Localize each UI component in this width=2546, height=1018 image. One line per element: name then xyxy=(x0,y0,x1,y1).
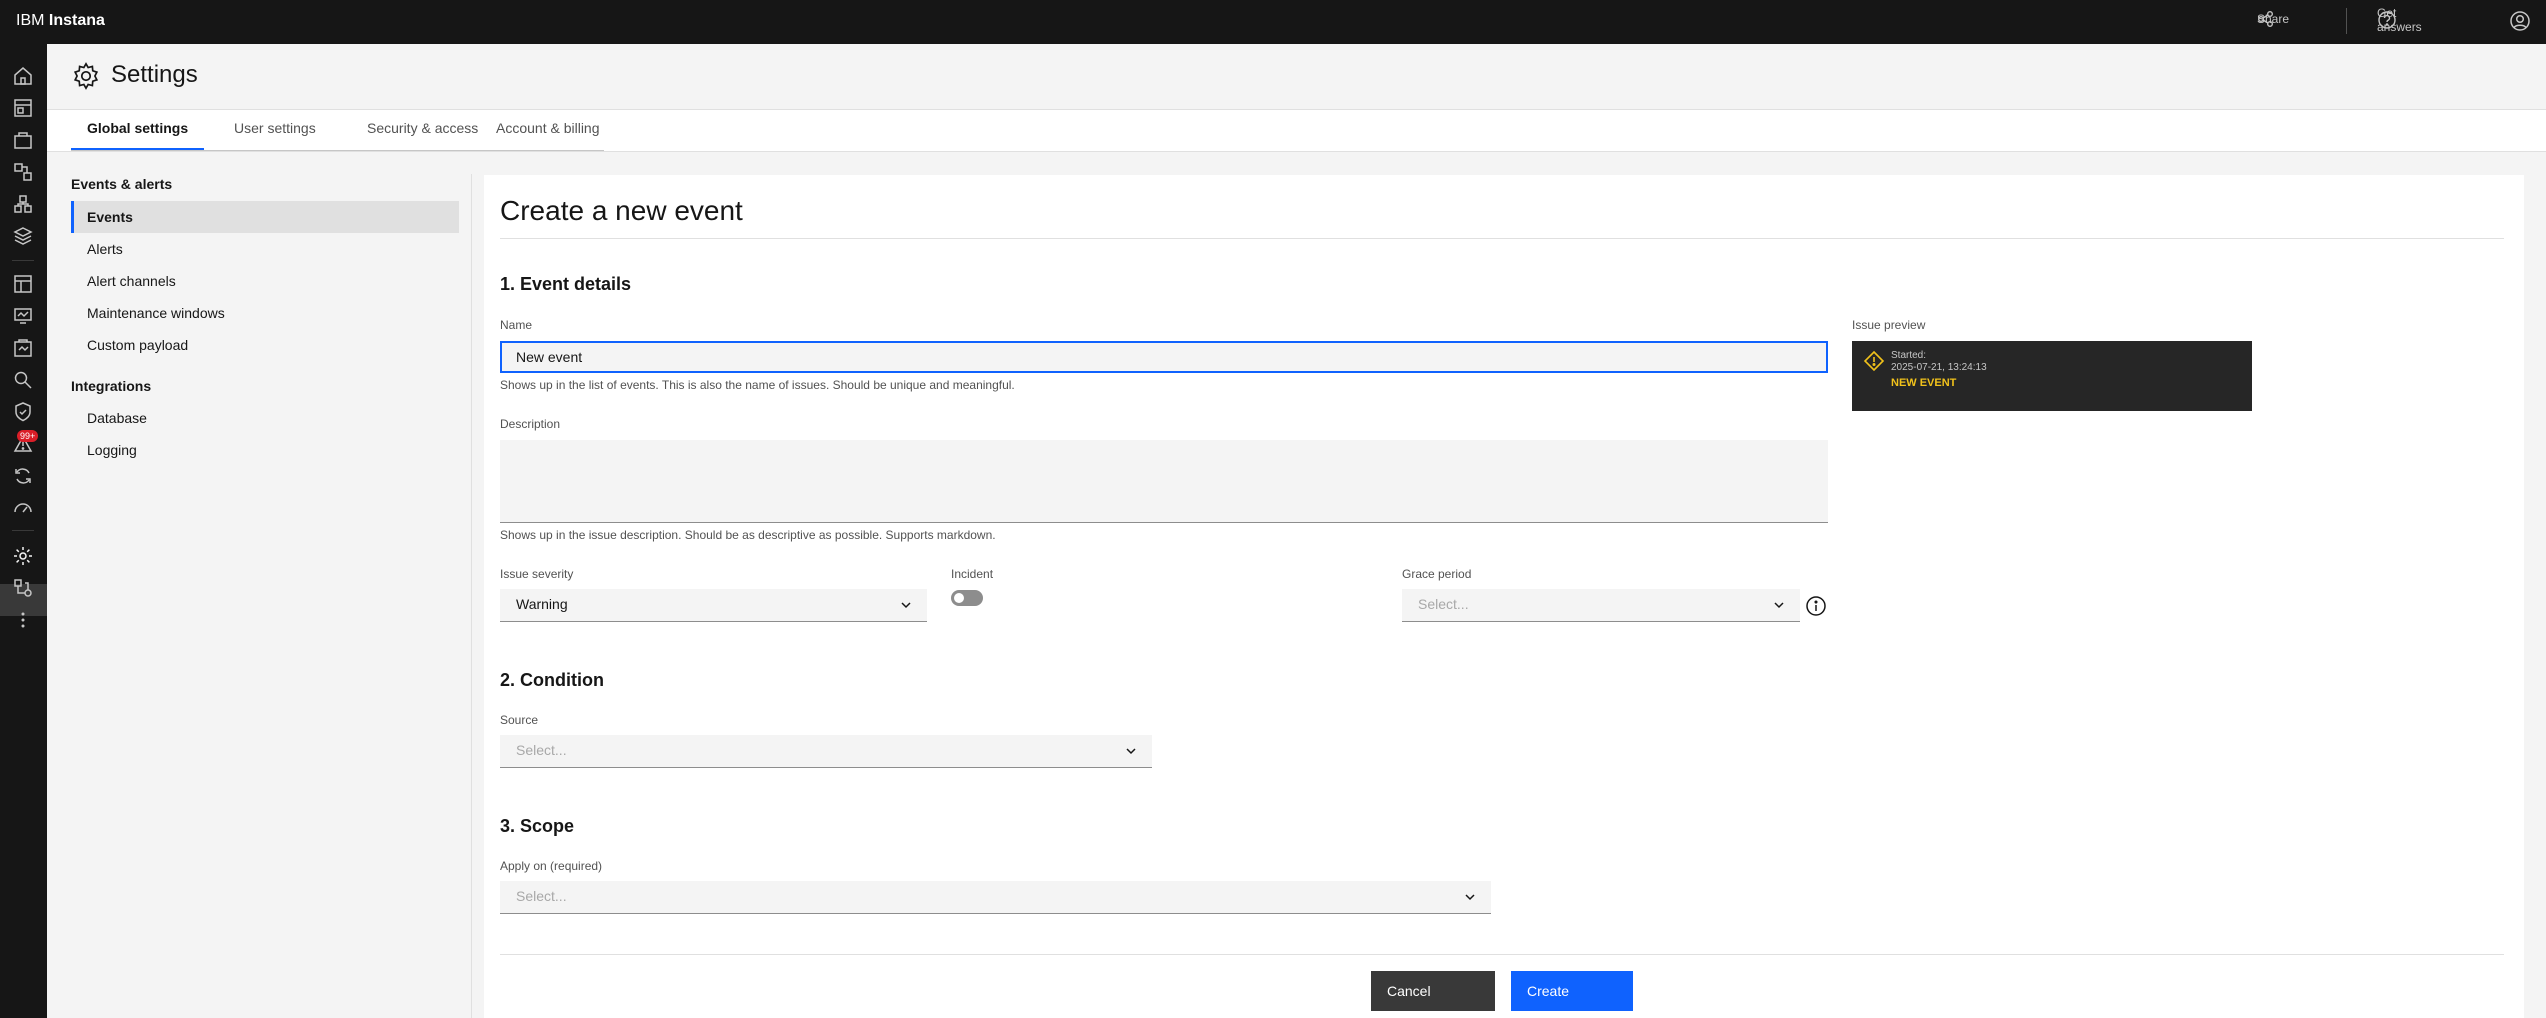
chevron-down-icon xyxy=(901,602,911,609)
dashboards-icon[interactable] xyxy=(11,272,35,296)
get-answers-label: Get answers xyxy=(2377,6,2422,34)
issue-preview-label: Issue preview xyxy=(1852,318,1926,332)
name-help-text: Shows up in the list of events. This is … xyxy=(500,378,1015,392)
tab-underline xyxy=(71,150,604,151)
preview-started-time: 2025-07-21, 13:24:13 xyxy=(1891,362,1987,373)
apply-on-label: Apply on (required) xyxy=(500,859,603,873)
tab-global-settings[interactable]: Global settings xyxy=(71,120,205,150)
share-label: Share xyxy=(2257,12,2290,26)
toggle-knob xyxy=(954,593,964,603)
nav-group-events-alerts: Events & alerts xyxy=(71,176,173,192)
chevron-down-icon xyxy=(1465,894,1475,901)
nav-item-logging[interactable]: Logging xyxy=(71,434,459,466)
applications-icon[interactable] xyxy=(11,128,35,152)
severity-select[interactable]: Warning xyxy=(500,589,927,622)
preview-started: Started: 2025-07-21, 13:24:13 xyxy=(1891,350,1987,374)
grace-period-label: Grace period xyxy=(1402,567,1472,581)
settings-tabs: Global settings User settings Security &… xyxy=(47,110,2546,152)
tab-user-settings[interactable]: User settings xyxy=(218,120,332,148)
info-icon[interactable] xyxy=(1805,595,1827,617)
page-header: Settings xyxy=(47,44,2546,110)
tab-account-billing[interactable]: Account & billing xyxy=(480,120,616,148)
share-button[interactable]: Share xyxy=(2257,10,2289,28)
analytics-icon[interactable] xyxy=(11,368,35,392)
nav-item-database[interactable]: Database xyxy=(71,402,459,434)
brand-product: Instana xyxy=(48,12,105,29)
brand-logo[interactable]: IBM Instana xyxy=(16,12,105,30)
create-button[interactable]: Create xyxy=(1511,971,1633,1011)
synthetic-monitoring-icon[interactable] xyxy=(11,304,35,328)
description-label: Description xyxy=(500,417,561,431)
name-label: Name xyxy=(500,318,533,332)
left-rail: 99+ xyxy=(0,44,47,1018)
incident-toggle[interactable] xyxy=(951,590,983,606)
sli-dashboard-icon[interactable] xyxy=(11,496,35,520)
section-scope: 3. Scope xyxy=(500,816,575,836)
description-textarea[interactable] xyxy=(500,440,1828,523)
source-label: Source xyxy=(500,713,539,727)
platforms-icon[interactable] xyxy=(11,224,35,248)
form-title: Create a new event xyxy=(500,195,743,226)
nav-item-alerts[interactable]: Alerts xyxy=(71,233,459,265)
source-select[interactable]: Select... xyxy=(500,735,1152,768)
brand-ibm: IBM xyxy=(16,12,45,29)
top-bar: IBM Instana Share Get answers xyxy=(0,0,2546,44)
nav-item-custom-payload[interactable]: Custom payload xyxy=(71,329,459,361)
preview-event-name: NEW EVENT xyxy=(1891,377,1957,389)
page-title: Settings xyxy=(111,61,198,88)
security-icon[interactable] xyxy=(11,400,35,424)
issue-preview-card: Started: 2025-07-21, 13:24:13 NEW EVENT xyxy=(1852,341,2252,411)
rail-divider xyxy=(12,260,34,261)
footer-divider xyxy=(500,954,2504,955)
chevron-down-icon xyxy=(1774,602,1784,609)
name-input[interactable]: New event xyxy=(500,341,1828,373)
services-icon[interactable] xyxy=(11,160,35,184)
warning-icon xyxy=(1863,350,1885,372)
infrastructure-icon[interactable] xyxy=(11,192,35,216)
nav-item-maintenance-windows[interactable]: Maintenance windows xyxy=(71,297,459,329)
topbar-divider xyxy=(2346,8,2347,34)
source-placeholder: Select... xyxy=(516,742,567,758)
cancel-button[interactable]: Cancel xyxy=(1371,971,1495,1011)
description-help-text: Shows up in the issue description. Shoul… xyxy=(500,528,996,542)
pipeline-icon[interactable] xyxy=(11,336,35,360)
preview-started-label: Started: xyxy=(1891,350,1927,361)
more-options-icon[interactable] xyxy=(11,608,35,632)
grace-period-select[interactable]: Select... xyxy=(1402,589,1800,622)
home-icon[interactable] xyxy=(11,64,35,88)
section-event-details: 1. Event details xyxy=(500,274,632,294)
severity-value: Warning xyxy=(516,596,568,612)
integrations-icon[interactable] xyxy=(11,576,35,600)
settings-icon[interactable] xyxy=(11,544,35,568)
rail-divider xyxy=(12,530,34,531)
user-avatar-icon[interactable] xyxy=(2509,10,2531,32)
chevron-down-icon xyxy=(1126,748,1136,755)
automation-icon[interactable] xyxy=(11,464,35,488)
severity-label: Issue severity xyxy=(500,567,574,581)
incident-label: Incident xyxy=(951,567,994,581)
settings-icon xyxy=(73,62,99,90)
tab-security-access[interactable]: Security & access xyxy=(351,120,494,148)
nav-group-integrations: Integrations xyxy=(71,378,152,394)
grace-period-placeholder: Select... xyxy=(1418,596,1469,612)
nav-item-alert-channels[interactable]: Alert channels xyxy=(71,265,459,297)
apply-on-placeholder: Select... xyxy=(516,888,567,904)
alerts-badge: 99+ xyxy=(17,430,39,442)
apply-on-select[interactable]: Select... xyxy=(500,881,1491,914)
section-condition: 2. Condition xyxy=(500,670,604,690)
nav-item-events[interactable]: Events xyxy=(71,201,459,233)
nav-divider xyxy=(471,174,472,1018)
websites-icon[interactable] xyxy=(11,96,35,120)
title-divider xyxy=(500,238,2504,239)
get-answers-button[interactable]: Get answers xyxy=(2377,6,2422,34)
